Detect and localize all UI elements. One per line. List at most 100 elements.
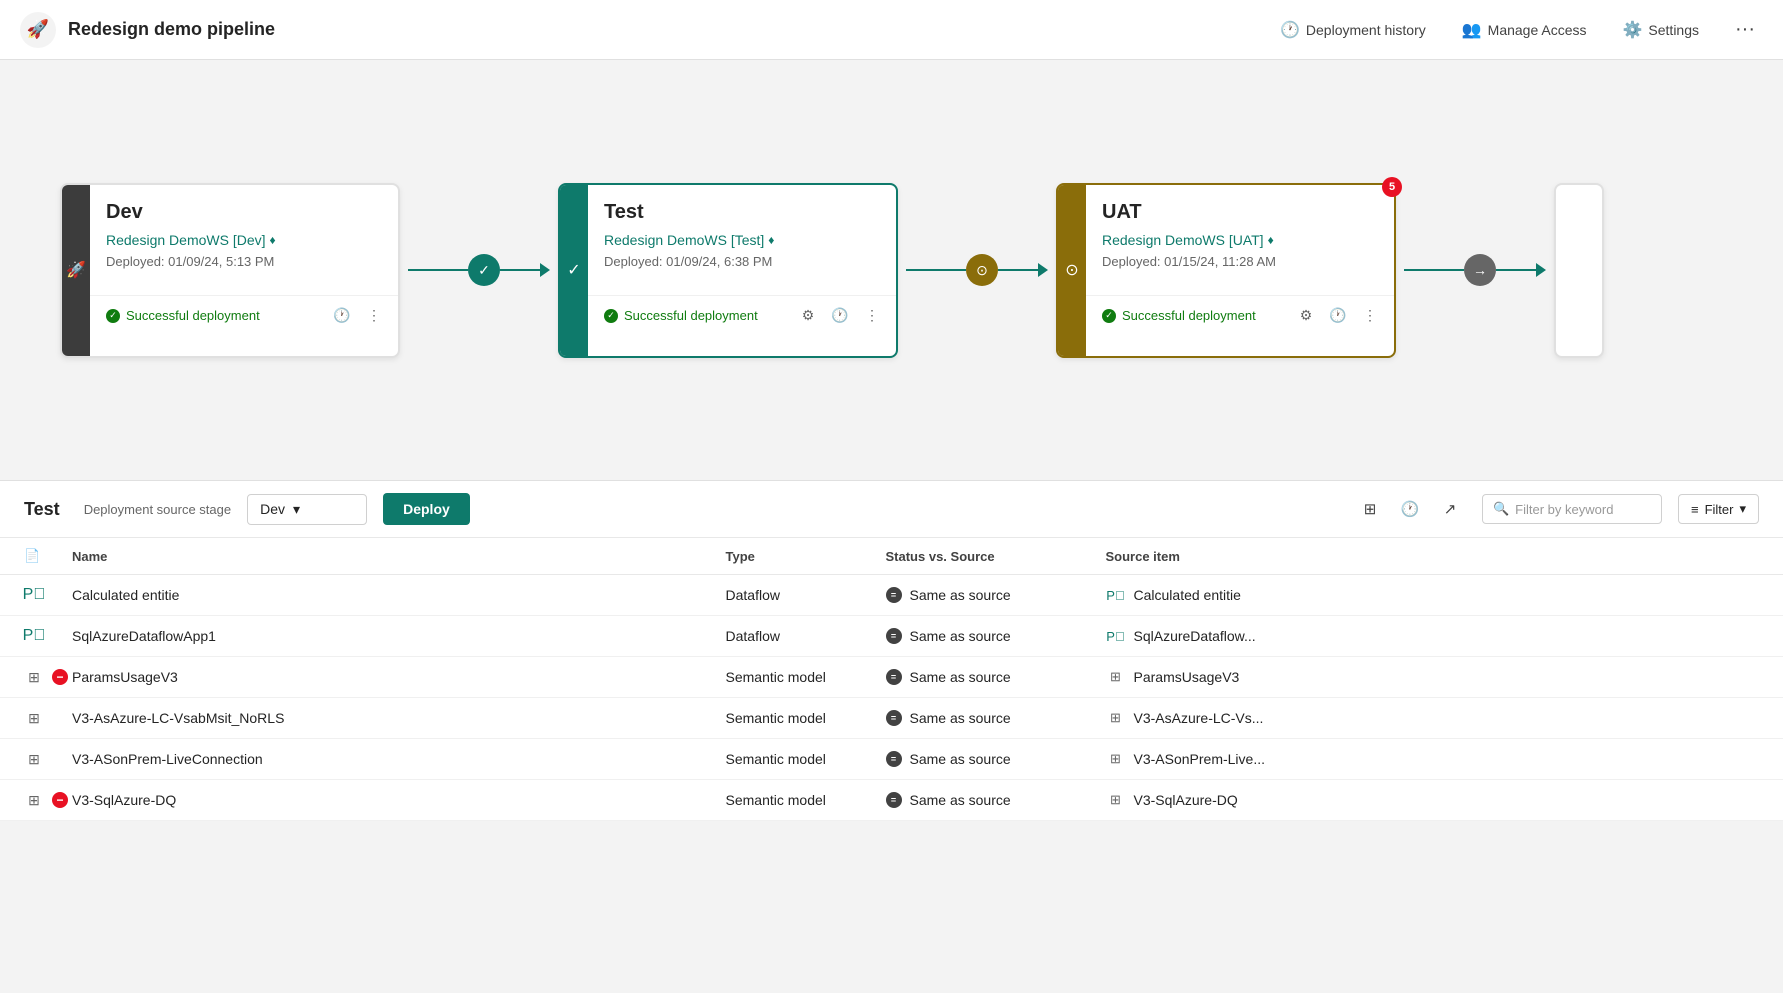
- row1-name: SqlAzureDataflowApp1: [72, 628, 726, 644]
- row0-status-dot: [886, 587, 902, 603]
- table-row: ⊞ ParamsUsageV3 Semantic model Same as s…: [0, 657, 1783, 698]
- dev-status: Successful deployment: [106, 308, 260, 323]
- manage-access-label: Manage Access: [1488, 22, 1587, 38]
- arrow-circle-1: ✓: [468, 254, 500, 286]
- uat-card-header-bar: ⊙: [1058, 185, 1086, 356]
- header-file-icon: 📄: [24, 548, 40, 564]
- row4-type: Semantic model: [726, 751, 886, 767]
- arrow-circle-3: →: [1464, 254, 1496, 286]
- dev-stage-card: 🚀 Dev Redesign DemoWS [Dev] ♦ Deployed: …: [60, 183, 400, 358]
- row4-source: ⊞ V3-ASonPrem-Live...: [1106, 749, 1760, 769]
- refresh-button[interactable]: 🕐: [1394, 493, 1426, 525]
- uat-history-button[interactable]: 🕐: [1326, 304, 1350, 328]
- dev-status-dot: [106, 309, 120, 323]
- row4-source-icon: ⊞: [1106, 749, 1126, 769]
- row5-type: Semantic model: [726, 792, 886, 808]
- header-source-item: Source item: [1106, 549, 1760, 564]
- source-stage-select[interactable]: Dev ▾: [247, 494, 367, 525]
- uat-badge: 5: [1382, 177, 1402, 197]
- row2-type-icon: ⊞: [24, 667, 44, 687]
- row0-icon-cell: P⃣: [24, 585, 72, 605]
- test-more-button[interactable]: ⋮: [860, 304, 884, 328]
- table-row: P⃣ Calculated entitie Dataflow Same as s…: [0, 575, 1783, 616]
- filter-button[interactable]: ≡ Filter ▾: [1678, 494, 1759, 524]
- people-icon: 👥: [1462, 20, 1482, 40]
- manage-access-button[interactable]: 👥 Manage Access: [1454, 14, 1595, 46]
- bottom-stage-label: Test: [24, 499, 60, 520]
- row1-status-dot: [886, 628, 902, 644]
- test-history-button[interactable]: 🕐: [828, 304, 852, 328]
- table-row: P⃣ SqlAzureDataflowApp1 Dataflow Same as…: [0, 616, 1783, 657]
- row0-name: Calculated entitie: [72, 587, 726, 603]
- test-compare-button[interactable]: ⚙: [796, 304, 820, 328]
- bottom-panel: Test Deployment source stage Dev ▾ Deplo…: [0, 480, 1783, 821]
- dev-ws-name: Redesign DemoWS [Dev] ♦: [106, 232, 382, 248]
- row4-status: Same as source: [886, 751, 1106, 767]
- row0-status: Same as source: [886, 587, 1106, 603]
- settings-icon: ⚙️: [1623, 20, 1643, 40]
- row3-source: ⊞ V3-AsAzure-LC-Vs...: [1106, 708, 1760, 728]
- row2-type: Semantic model: [726, 669, 886, 685]
- arrow-head-1: [540, 263, 550, 277]
- arrow-line-1: [408, 269, 468, 271]
- dev-more-button[interactable]: ⋮: [362, 304, 386, 328]
- uat-stage-card: 5 ⊙ UAT Redesign DemoWS [UAT] ♦ Deployed…: [1056, 183, 1396, 358]
- test-card-header-bar: ✓: [560, 185, 588, 356]
- deployment-history-button[interactable]: 🕐 Deployment history: [1272, 14, 1434, 46]
- uat-icon: ⊙: [1065, 260, 1078, 280]
- dev-history-button[interactable]: 🕐: [330, 304, 354, 328]
- pipeline-area: 🚀 Dev Redesign DemoWS [Dev] ♦ Deployed: …: [0, 60, 1783, 480]
- table-header: 📄 Name Type Status vs. Source Source ite…: [0, 538, 1783, 575]
- settings-button[interactable]: ⚙️ Settings: [1615, 14, 1708, 46]
- filter-label: Filter: [1705, 502, 1734, 517]
- test-diamond-icon: ♦: [768, 233, 774, 247]
- uat-diamond-icon: ♦: [1268, 233, 1274, 247]
- dev-to-test-arrow: ✓: [400, 254, 558, 286]
- row1-icon-cell: P⃣: [24, 626, 72, 646]
- dev-diamond-icon: ♦: [270, 233, 276, 247]
- row4-status-dot: [886, 751, 902, 767]
- test-status: Successful deployment: [604, 308, 758, 323]
- test-status-dot: [604, 309, 618, 323]
- deploy-button[interactable]: Deploy: [383, 493, 470, 525]
- arrow-tail-3: [1496, 269, 1536, 271]
- dev-stage-name: Dev: [106, 201, 382, 224]
- uat-card-body: UAT Redesign DemoWS [UAT] ♦ Deployed: 01…: [1058, 185, 1394, 295]
- test-ws-name: Redesign DemoWS [Test] ♦: [604, 232, 880, 248]
- row1-status: Same as source: [886, 628, 1106, 644]
- app-title: Redesign demo pipeline: [68, 19, 275, 40]
- row3-name: V3-AsAzure-LC-VsabMsit_NoRLS: [72, 710, 726, 726]
- uat-ws-name: Redesign DemoWS [UAT] ♦: [1102, 232, 1378, 248]
- test-to-uat-arrow: ⊙: [898, 254, 1056, 286]
- test-card-actions: ⚙ 🕐 ⋮: [796, 304, 884, 328]
- keyword-filter-input[interactable]: 🔍 Filter by keyword: [1482, 494, 1662, 524]
- row2-status: Same as source: [886, 669, 1106, 685]
- test-card-body: Test Redesign DemoWS [Test] ♦ Deployed: …: [560, 185, 896, 295]
- header-name: Name: [72, 549, 726, 564]
- arrow-circle-2: ⊙: [966, 254, 998, 286]
- row2-status-dot: [886, 669, 902, 685]
- arrow-head-3: [1536, 263, 1546, 277]
- uat-card-footer: Successful deployment ⚙ 🕐 ⋮: [1058, 295, 1394, 336]
- dev-card-body: Dev Redesign DemoWS [Dev] ♦ Deployed: 01…: [62, 185, 398, 295]
- dev-icon: 🚀: [66, 260, 86, 280]
- more-options-button[interactable]: ···: [1727, 14, 1763, 45]
- test-card-footer: Successful deployment ⚙ 🕐 ⋮: [560, 295, 896, 336]
- row5-status: Same as source: [886, 792, 1106, 808]
- row0-source-icon: P⃣: [1106, 585, 1126, 605]
- share-button[interactable]: ↗: [1434, 493, 1466, 525]
- row0-type-icon: P⃣: [24, 585, 44, 605]
- dev-card-footer: Successful deployment 🕐 ⋮: [62, 295, 398, 336]
- arrow-tail-2: [998, 269, 1038, 271]
- bottom-toolbar: Test Deployment source stage Dev ▾ Deplo…: [0, 481, 1783, 538]
- row0-source: P⃣ Calculated entitie: [1106, 585, 1760, 605]
- row3-source-icon: ⊞: [1106, 708, 1126, 728]
- table-row: ⊞ V3-SqlAzure-DQ Semantic model Same as …: [0, 780, 1783, 821]
- uat-compare-button[interactable]: ⚙: [1294, 304, 1318, 328]
- topbar: 🚀 Redesign demo pipeline 🕐 Deployment hi…: [0, 0, 1783, 60]
- uat-more-button[interactable]: ⋮: [1358, 304, 1382, 328]
- filter-placeholder: Filter by keyword: [1515, 502, 1613, 517]
- row4-icon-cell: ⊞: [24, 749, 72, 769]
- row3-icon-cell: ⊞: [24, 708, 72, 728]
- grid-view-button[interactable]: ⊞: [1354, 493, 1386, 525]
